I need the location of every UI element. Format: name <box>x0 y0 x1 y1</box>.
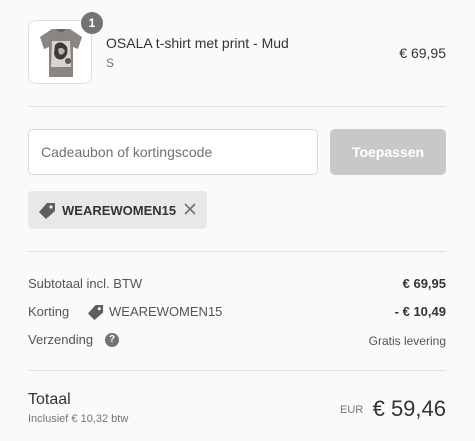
price-tag-icon <box>39 203 55 219</box>
cart-line-item: 1 OSALA t-shirt met print - Mud S € 69,9… <box>28 12 446 86</box>
divider <box>28 370 446 371</box>
total-amount: € 59,46 <box>372 396 446 421</box>
shipping-row: Verzending ? Gratis levering <box>28 332 446 352</box>
applied-discount-tag: WEAREWOMEN15 <box>28 191 207 229</box>
shipping-label: Verzending <box>28 332 94 347</box>
price-tag-icon <box>87 304 104 321</box>
divider <box>28 251 446 252</box>
subtotal-value: € 69,95 <box>402 276 446 291</box>
help-icon[interactable]: ? <box>105 333 119 347</box>
discount-row: Korting WEAREWOMEN15 - € 10,49 <box>28 304 446 324</box>
subtotal-row: Subtotaal incl. BTW € 69,95 <box>28 276 446 296</box>
product-variant: S <box>106 56 115 70</box>
total-label: Totaal <box>28 391 71 408</box>
tshirt-image <box>40 29 82 77</box>
remove-discount-icon[interactable] <box>183 202 197 216</box>
product-price: € 69,95 <box>399 45 446 61</box>
discount-label: Korting <box>28 304 70 319</box>
discount-value: - € 10,49 <box>394 304 446 319</box>
product-name: OSALA t-shirt met print - Mud <box>106 35 289 51</box>
applied-code-label: WEAREWOMEN15 <box>62 203 177 218</box>
tax-note: Inclusief € 10,32 btw <box>28 413 129 425</box>
quantity-badge: 1 <box>81 12 103 34</box>
divider <box>28 106 446 107</box>
discount-code-input[interactable] <box>28 129 318 175</box>
product-thumbnail: 1 <box>28 12 103 84</box>
subtotal-label: Subtotaal incl. BTW <box>28 276 143 291</box>
currency-code: EUR <box>340 404 364 416</box>
apply-discount-button[interactable]: Toepassen <box>330 129 446 175</box>
discount-code: WEAREWOMEN15 <box>109 304 223 319</box>
shipping-value: Gratis levering <box>368 334 446 348</box>
